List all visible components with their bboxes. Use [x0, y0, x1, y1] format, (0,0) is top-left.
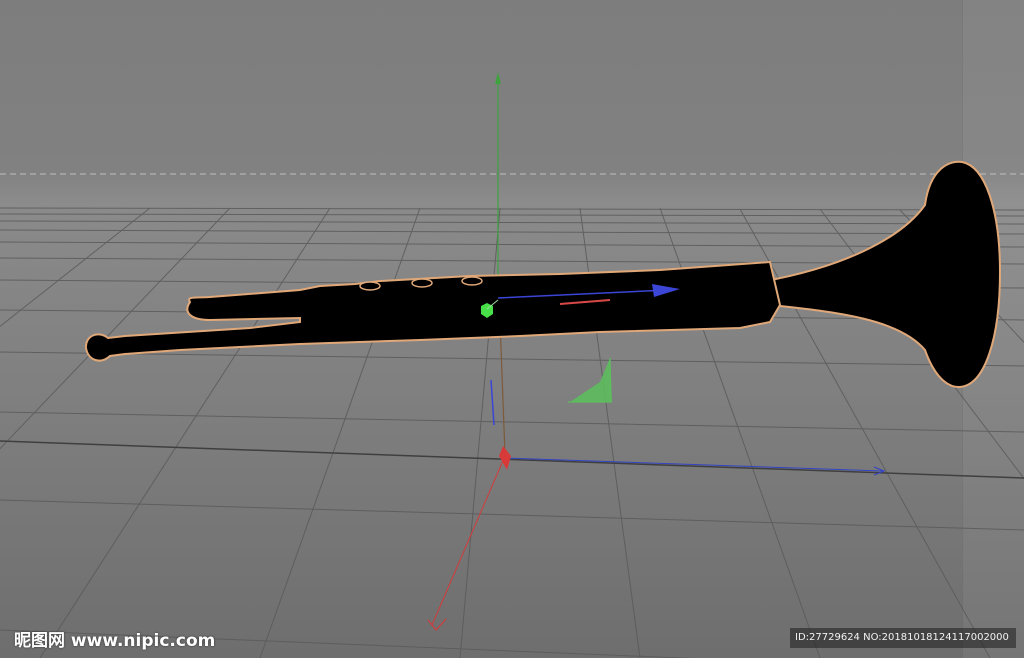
trumpet-bell	[758, 160, 1002, 389]
world-axis-x-line	[431, 455, 506, 626]
floor-x-axis-line	[0, 440, 1024, 479]
watermark-id-label: ID:27729624 NO:20181018124117002000	[790, 628, 1016, 648]
plane-handle-icon[interactable]	[570, 358, 612, 402]
3d-viewport[interactable]: 昵图网 www.nipic.com ID:27729624 NO:2018101…	[0, 0, 1024, 658]
trumpet-object[interactable]	[84, 160, 1002, 389]
world-axis-x-arrow-icon	[427, 618, 447, 631]
gizmo-blue-small	[490, 379, 495, 426]
trumpet-body	[84, 260, 782, 362]
watermark-site-logo: 昵图网 www.nipic.com	[14, 631, 216, 651]
axis-y-lower-line	[499, 319, 506, 456]
viewport-canvas[interactable]	[0, 0, 1024, 658]
world-axis-z-line	[504, 457, 883, 472]
axis-y-arrow-icon[interactable]	[495, 72, 501, 84]
